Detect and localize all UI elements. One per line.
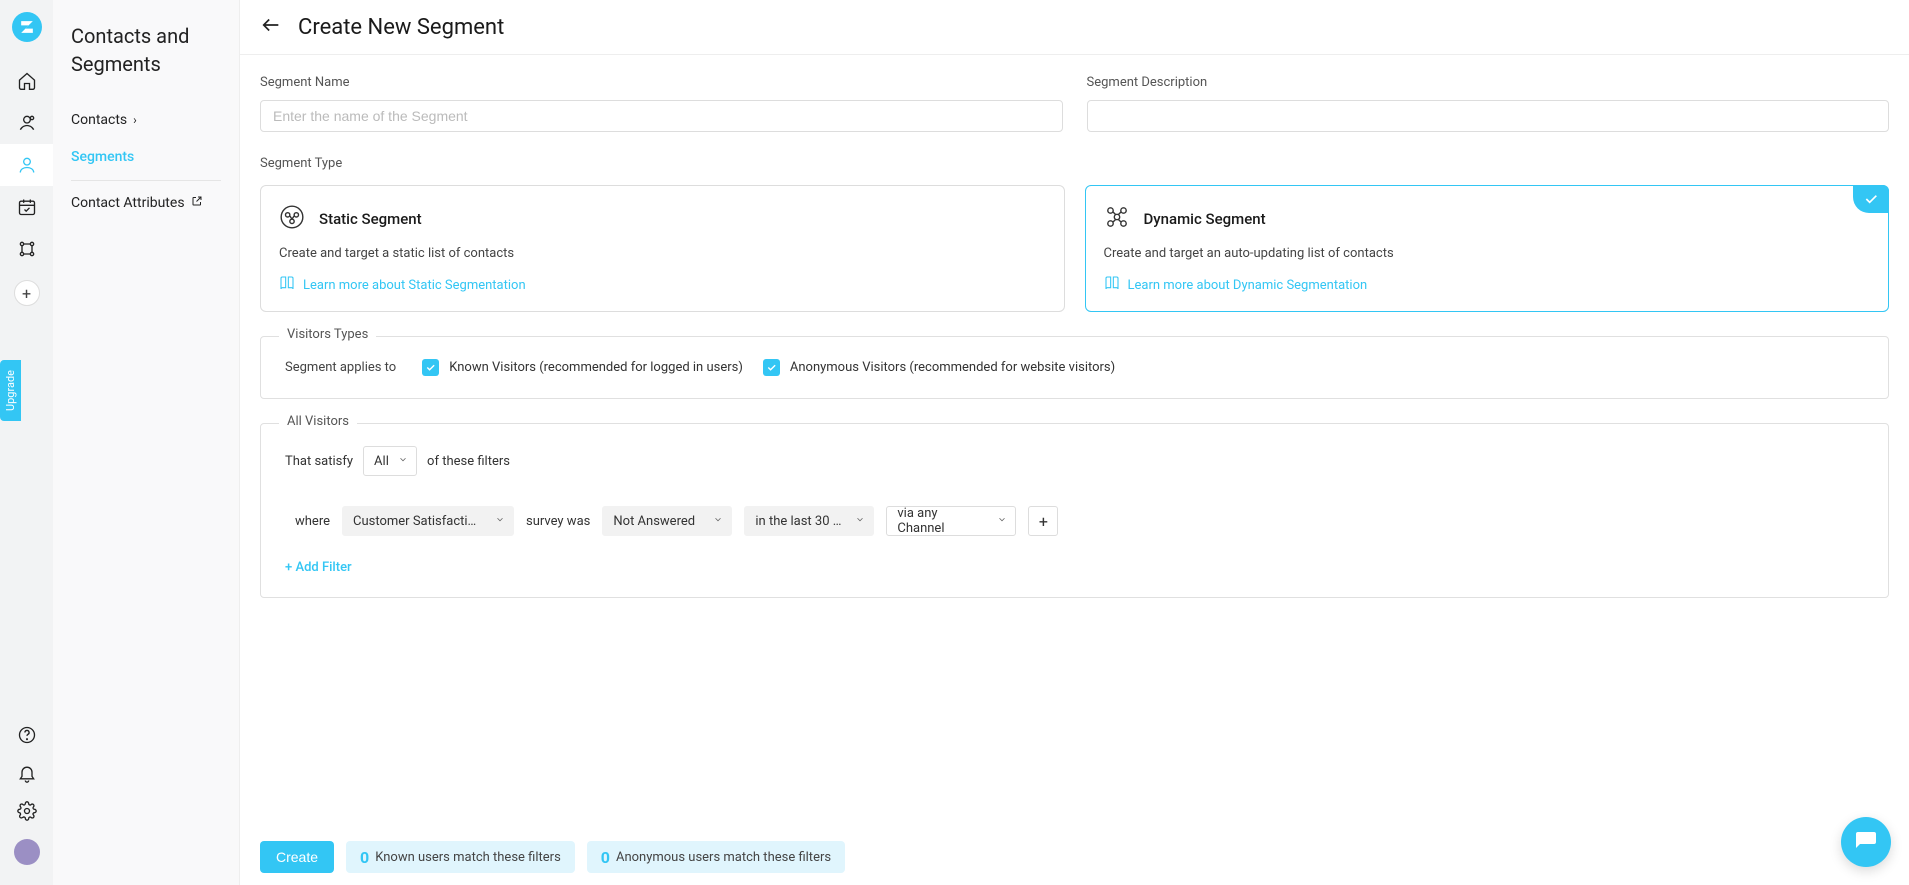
sidebar-item-label: Segments	[71, 149, 134, 165]
nav-contacts-icon[interactable]	[0, 144, 53, 186]
page-header: Create New Segment	[240, 0, 1909, 55]
nav-home-icon[interactable]	[0, 60, 53, 102]
static-segment-card[interactable]: Static Segment Create and target a stati…	[260, 185, 1065, 312]
select-value: Not Answered	[613, 514, 695, 529]
where-text: where	[295, 514, 330, 529]
notifications-icon[interactable]	[0, 763, 53, 783]
book-icon	[279, 275, 295, 295]
user-avatar[interactable]	[14, 839, 40, 865]
link-text: Learn more about Dynamic Segmentation	[1128, 278, 1368, 293]
segment-type-label: Segment Type	[260, 156, 1889, 171]
sidebar-title: Contacts and Segments	[71, 22, 221, 78]
dynamic-segment-desc: Create and target an auto-updating list …	[1104, 246, 1871, 261]
segment-desc-input[interactable]	[1087, 100, 1890, 132]
satisfy-post-text: of these filters	[427, 454, 510, 469]
anon-count: 0	[601, 848, 610, 867]
static-segment-title: Static Segment	[319, 210, 422, 228]
settings-icon[interactable]	[0, 801, 53, 821]
select-value: in the last 30 …	[755, 514, 841, 529]
page-title: Create New Segment	[298, 15, 504, 40]
all-visitors-legend: All Visitors	[279, 414, 357, 429]
segment-name-label: Segment Name	[260, 75, 1063, 90]
anonymous-visitors-checkbox[interactable]	[763, 359, 780, 376]
known-match-pill: 0 Known users match these filters	[346, 841, 575, 873]
known-visitors-checkbox[interactable]	[422, 359, 439, 376]
period-select[interactable]: in the last 30 …	[744, 506, 874, 536]
sidebar-item-contact-attributes[interactable]: Contact Attributes	[71, 185, 221, 222]
survey-was-text: survey was	[526, 514, 590, 529]
nav-add-button[interactable]: +	[14, 280, 40, 306]
satisfy-select[interactable]: All	[363, 446, 417, 476]
known-count: 0	[360, 848, 369, 867]
nav-workflows-icon[interactable]	[0, 228, 53, 270]
chevron-down-icon	[398, 454, 408, 469]
select-value: All	[374, 454, 389, 469]
applies-to-label: Segment applies to	[285, 360, 396, 375]
sidebar-item-segments[interactable]: Segments	[71, 139, 221, 176]
static-segment-link[interactable]: Learn more about Static Segmentation	[279, 275, 1046, 295]
segment-desc-label: Segment Description	[1087, 75, 1890, 90]
external-link-icon	[191, 195, 203, 211]
chevron-right-icon: ›	[133, 113, 137, 127]
sidebar-item-label: Contacts	[71, 112, 127, 128]
select-value: via any Channel	[897, 506, 987, 536]
nav-calendar-icon[interactable]	[0, 186, 53, 228]
all-visitors-fieldset: All Visitors That satisfy All of these f…	[260, 423, 1889, 598]
dynamic-segment-link[interactable]: Learn more about Dynamic Segmentation	[1104, 275, 1871, 295]
chevron-down-icon	[495, 514, 505, 529]
visitors-types-fieldset: Visitors Types Segment applies to Known …	[260, 336, 1889, 399]
sidebar: Contacts and Segments Contacts › Segment…	[53, 0, 240, 885]
nav-surveys-icon[interactable]	[0, 102, 53, 144]
satisfy-pre-text: That satisfy	[285, 454, 353, 469]
chevron-down-icon	[997, 514, 1007, 529]
anon-match-pill: 0 Anonymous users match these filters	[587, 841, 845, 873]
back-button[interactable]	[260, 14, 282, 40]
book-icon	[1104, 275, 1120, 295]
static-segment-icon	[279, 204, 305, 234]
select-value: Customer Satisfactio…	[353, 514, 483, 529]
anonymous-visitors-label: Anonymous Visitors (recommended for webs…	[790, 360, 1115, 375]
chevron-down-icon	[713, 514, 723, 529]
sidebar-separator	[71, 180, 221, 181]
help-icon[interactable]	[0, 725, 53, 745]
main-content: Create New Segment Segment Name Segment …	[240, 0, 1909, 885]
add-filter-button[interactable]: + Add Filter	[285, 560, 1864, 575]
chevron-down-icon	[855, 514, 865, 529]
known-match-text: Known users match these filters	[375, 850, 561, 865]
app-logo[interactable]	[12, 12, 42, 42]
add-condition-button[interactable]: +	[1028, 506, 1058, 536]
dynamic-segment-card[interactable]: Dynamic Segment Create and target an aut…	[1085, 185, 1890, 312]
static-segment-desc: Create and target a static list of conta…	[279, 246, 1046, 261]
anon-match-text: Anonymous users match these filters	[616, 850, 831, 865]
link-text: Learn more about Static Segmentation	[303, 278, 526, 293]
answered-select[interactable]: Not Answered	[602, 506, 732, 536]
selected-check-icon	[1853, 185, 1889, 213]
create-button[interactable]: Create	[260, 841, 334, 873]
visitors-types-legend: Visitors Types	[279, 327, 376, 342]
segment-name-input[interactable]	[260, 100, 1063, 132]
known-visitors-label: Known Visitors (recommended for logged i…	[449, 360, 743, 375]
sidebar-item-label: Contact Attributes	[71, 195, 185, 211]
upgrade-button[interactable]: Upgrade	[0, 360, 21, 421]
metric-select[interactable]: Customer Satisfactio…	[342, 506, 514, 536]
icon-rail: + Upgrade	[0, 0, 53, 885]
dynamic-segment-title: Dynamic Segment	[1144, 210, 1266, 228]
sidebar-item-contacts[interactable]: Contacts ›	[71, 102, 221, 139]
footer-bar: Create 0 Known users match these filters…	[240, 829, 1909, 885]
chat-bubble-button[interactable]	[1841, 817, 1891, 867]
channel-select[interactable]: via any Channel	[886, 506, 1016, 536]
dynamic-segment-icon	[1104, 204, 1130, 234]
